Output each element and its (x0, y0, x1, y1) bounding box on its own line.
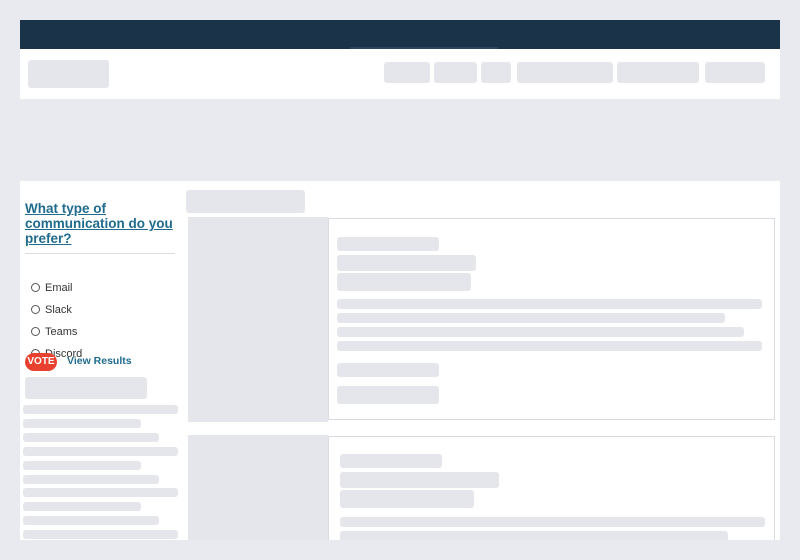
poll-option-label: Slack (45, 304, 72, 316)
radio-button[interactable] (31, 282, 40, 292)
poll-option-teams[interactable]: Teams (31, 325, 77, 339)
nav-item-placeholder[interactable] (434, 62, 477, 83)
card-image-placeholder (188, 217, 328, 422)
card-meta-placeholder (337, 363, 439, 377)
card-image-placeholder (188, 435, 328, 540)
nav-item-placeholder[interactable] (517, 62, 613, 83)
sidebar-heading-placeholder (25, 377, 147, 399)
poll-option-label: Email (45, 282, 73, 294)
sidebar-line-placeholder (23, 461, 141, 470)
vote-button[interactable]: VOTE (25, 353, 57, 371)
card-title-placeholder (340, 472, 499, 488)
sidebar-line-placeholder (23, 475, 159, 484)
poll-option-label: Teams (45, 326, 78, 338)
sidebar-line-placeholder (23, 488, 178, 497)
poll-option-email[interactable]: Email (31, 281, 73, 295)
card-text-placeholder (337, 341, 762, 351)
sidebar-line-placeholder (23, 405, 178, 414)
poll-question[interactable]: What type of communication do you prefer… (25, 201, 175, 246)
main-panel: What type of communication do you prefer… (20, 181, 780, 540)
card-text-placeholder (337, 299, 762, 309)
radio-button[interactable] (31, 326, 40, 336)
sidebar-line-placeholder (23, 502, 141, 511)
card-title-placeholder (337, 273, 471, 291)
card-text-placeholder (337, 327, 744, 337)
card-text-placeholder (340, 517, 765, 527)
logo-placeholder (28, 60, 109, 88)
article-card[interactable] (328, 218, 775, 420)
article-card[interactable] (328, 436, 775, 540)
card-button-placeholder[interactable] (337, 386, 439, 404)
radio-button[interactable] (31, 304, 40, 314)
nav-item-placeholder[interactable] (705, 62, 765, 83)
card-text-placeholder (337, 313, 725, 323)
poll-option-slack[interactable]: Slack (31, 303, 72, 317)
nav-item-placeholder[interactable] (617, 62, 699, 83)
card-title-placeholder (337, 237, 439, 251)
poll-widget: What type of communication do you prefer… (25, 201, 175, 371)
view-results-link[interactable]: View Results (67, 355, 132, 367)
content-heading-placeholder (186, 190, 305, 213)
nav-item-placeholder[interactable] (384, 62, 430, 83)
card-title-placeholder (340, 454, 442, 468)
sidebar-line-placeholder (23, 447, 178, 456)
site-header (20, 49, 780, 99)
sidebar-line-placeholder (23, 419, 141, 428)
card-title-placeholder (337, 255, 476, 271)
sidebar-line-placeholder (23, 516, 159, 525)
sidebar-line-placeholder (23, 530, 178, 539)
top-bar (20, 20, 780, 49)
card-title-placeholder (340, 490, 474, 508)
poll-divider (25, 253, 175, 254)
nav-item-placeholder[interactable] (481, 62, 511, 83)
card-text-placeholder (340, 531, 728, 540)
sidebar-line-placeholder (23, 433, 159, 442)
